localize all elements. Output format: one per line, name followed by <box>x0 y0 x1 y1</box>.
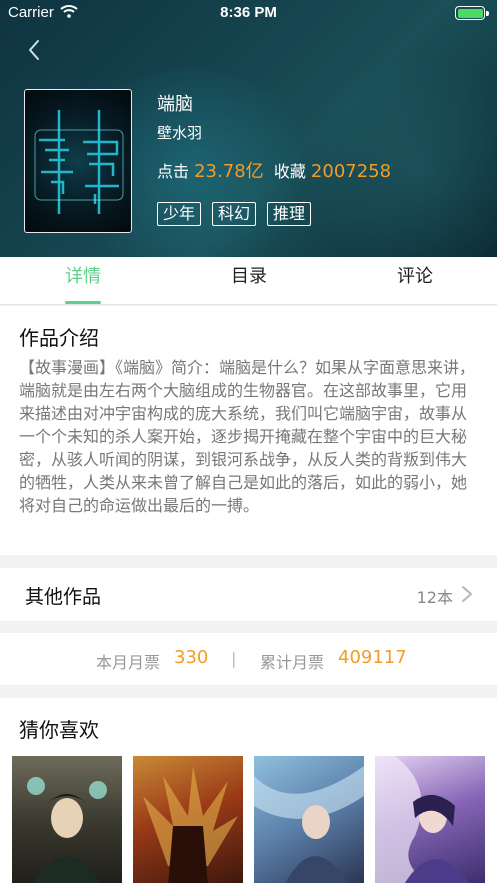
clock: 8:36 PM <box>220 4 277 21</box>
tab-label: 详情 <box>65 266 101 287</box>
recommendations-heading: 猜你喜欢 <box>19 718 99 742</box>
intro-heading: 作品介绍 <box>19 326 99 350</box>
back-arrow-icon[interactable] <box>24 38 48 62</box>
tab-bar: 详情 目录 评论 <box>0 257 497 305</box>
book-author[interactable]: 壁水羽 <box>157 122 202 143</box>
month-tickets-label: 本月月票 <box>96 653 161 672</box>
status-bar: Carrier 8:36 PM <box>0 0 497 26</box>
clicks-value: 23.78亿 <box>194 161 264 182</box>
recommendation-thumbnail[interactable] <box>254 756 364 883</box>
other-works-count: 12本 <box>416 588 453 607</box>
recommendation-thumbnail[interactable] <box>12 756 122 883</box>
other-works-row[interactable]: 其他作品 12本 <box>0 568 497 621</box>
battery-icon <box>455 6 489 20</box>
tab-label: 目录 <box>231 266 267 287</box>
tag-list: 少年 科幻 推理 <box>157 202 312 226</box>
book-cover <box>24 89 132 233</box>
recommendation-thumbnail[interactable] <box>133 756 243 883</box>
chevron-right-icon <box>462 586 472 602</box>
other-works-label: 其他作品 <box>25 586 102 608</box>
tab-details[interactable]: 详情 <box>0 257 166 305</box>
favorites-label: 收藏 <box>273 162 306 181</box>
month-tickets-value: 330 <box>174 647 209 668</box>
total-tickets-label: 累计月票 <box>260 653 325 672</box>
favorites-value: 2007258 <box>310 161 392 182</box>
intro-text: 【故事漫画】《端脑》简介：端脑是什么？如果从字面意思来讲，端脑就是由左右两个大脑… <box>19 358 476 515</box>
clicks-label: 点击 <box>157 162 190 181</box>
book-title: 端脑 <box>157 94 193 115</box>
tag-badge[interactable]: 推理 <box>267 202 312 226</box>
recommendations-section: 猜你喜欢 <box>0 698 497 883</box>
monthly-tickets: 本月月票 330 | 累计月票 409117 <box>0 633 497 685</box>
tag-badge[interactable]: 科幻 <box>212 202 257 226</box>
tab-comments[interactable]: 评论 <box>332 257 497 305</box>
tickets-divider: | <box>231 649 237 668</box>
total-tickets-value: 409117 <box>338 647 407 668</box>
tag-badge[interactable]: 少年 <box>157 202 202 226</box>
cover-art <box>34 110 124 214</box>
recommendation-thumbnail[interactable] <box>375 756 485 883</box>
tab-label: 评论 <box>397 266 433 287</box>
book-stats: 点击 23.78亿 收藏 2007258 <box>157 157 391 183</box>
intro-section: 作品介绍 【故事漫画】《端脑》简介：端脑是什么？如果从字面意思来讲，端脑就是由左… <box>0 306 497 555</box>
book-header: Carrier 8:36 PM 端脑 壁水羽 点击 23.78亿 收藏 2007… <box>0 0 497 257</box>
tab-catalog[interactable]: 目录 <box>166 257 332 305</box>
tab-active-indicator <box>65 301 101 304</box>
